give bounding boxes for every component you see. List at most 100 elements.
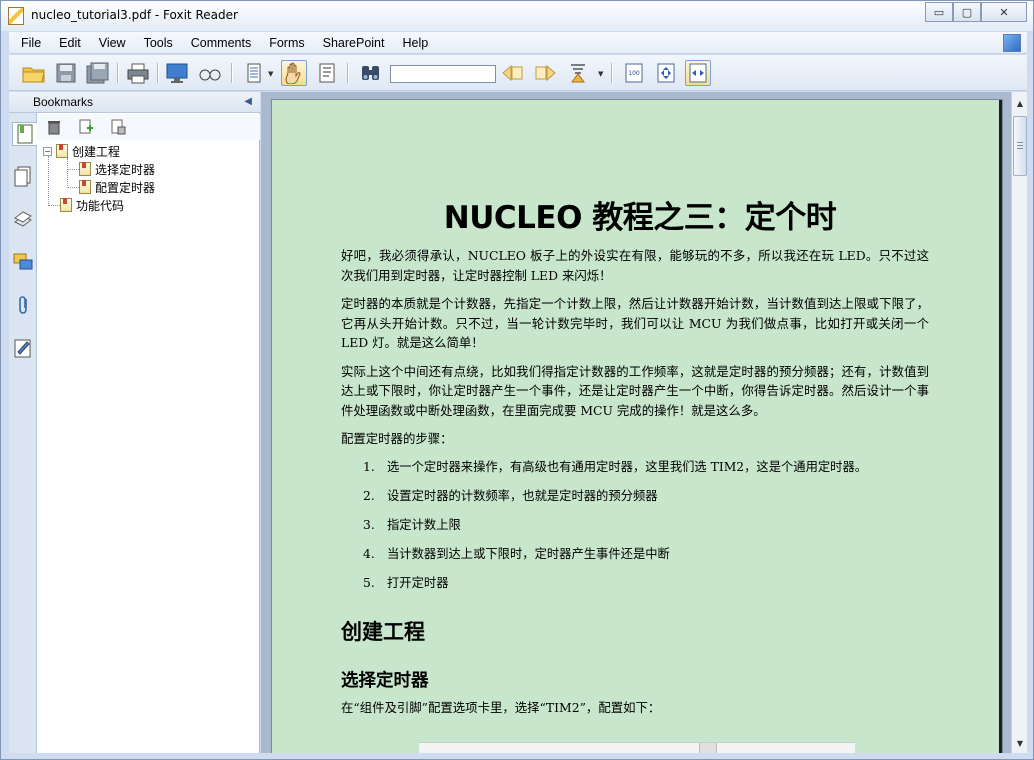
menu-help[interactable]: Help (400, 35, 430, 51)
menu-comments[interactable]: Comments (189, 35, 253, 51)
pages-tab[interactable] (12, 164, 34, 188)
paragraph: 定时器的本质就是个计数器，先指定一个计数上限，然后让计数器开始计数，当计数值到达… (341, 296, 929, 350)
paragraph: 好吧，我必须得承认，NUCLEO 板子上的外设实在有限，能够玩的不多，所以我还在… (341, 248, 929, 283)
app-window: nucleo_tutorial3.pdf - Foxit Reader ▭ ▢ … (0, 0, 1034, 760)
embedded-screenshot-image (419, 742, 855, 753)
bookmarks-tab[interactable] (12, 122, 37, 146)
list-item: 3. 指定计数上限 (363, 516, 929, 535)
loupe-button[interactable] (197, 60, 223, 86)
attachment-paperclip-icon (19, 296, 27, 314)
find-next-button[interactable] (532, 60, 558, 86)
full-screen-icon (166, 63, 188, 83)
previous-icon (502, 64, 523, 82)
bookmark-icon (56, 144, 68, 158)
select-text-button[interactable] (314, 60, 340, 86)
bookmark-icon (79, 180, 91, 194)
open-folder-icon (22, 67, 45, 83)
search-input[interactable] (390, 65, 496, 83)
menu-forms[interactable]: Forms (267, 35, 306, 51)
comments-panel-icon (13, 253, 33, 270)
actual-size-icon: 100 (625, 63, 643, 83)
loupe-icon (199, 69, 221, 81)
subsection-heading: 选择定时器 (341, 670, 429, 691)
menu-bar: File Edit View Tools Comments Forms Shar… (9, 32, 1027, 54)
save-button[interactable] (53, 60, 79, 86)
update-icon[interactable] (1003, 34, 1021, 52)
close-icon: ✕ (999, 5, 1009, 19)
delete-bookmark-button[interactable] (45, 118, 63, 136)
maximize-icon: ▢ (961, 5, 973, 19)
window-controls: ▭ ▢ ✕ (925, 2, 1027, 22)
highlight-dropdown-icon[interactable]: ▼ (598, 70, 603, 78)
attachments-tab[interactable] (12, 293, 34, 317)
bookmark-item[interactable]: 配置定时器 (79, 178, 155, 196)
trash-icon (48, 121, 60, 135)
comments-tab[interactable] (12, 250, 34, 274)
signatures-tab[interactable] (12, 336, 34, 360)
menu-view[interactable]: View (97, 35, 128, 51)
toolbar: ▼ ▼ 100 (9, 55, 1027, 91)
page-view-icon (247, 63, 261, 83)
save-as-icon (86, 62, 109, 84)
document-view[interactable]: NUCLEO 教程之三：定个时 好吧，我必须得承认，NUCLEO 板子上的外设实… (261, 92, 1011, 753)
navigation-panel-tabs (9, 92, 37, 753)
paragraph: 在“组件及引脚”配置选项卡里，选择“TIM2”，配置如下： (341, 699, 661, 715)
bookmark-item[interactable]: 功能代码 (60, 196, 124, 214)
highlight-button[interactable] (565, 60, 591, 86)
signature-panel-icon (14, 339, 31, 358)
collapse-panel-icon[interactable]: ◀ (244, 96, 252, 107)
layers-panel-icon (14, 211, 32, 227)
find-icon (362, 66, 379, 80)
layers-tab[interactable] (12, 207, 34, 231)
scroll-down-icon[interactable]: ▼ (1013, 736, 1027, 750)
list-text: 打开定时器 (387, 575, 449, 590)
page-view-dropdown-icon[interactable]: ▼ (268, 70, 273, 78)
full-screen-button[interactable] (164, 60, 190, 86)
pdf-page: NUCLEO 教程之三：定个时 好吧，我必须得承认，NUCLEO 板子上的外设实… (272, 100, 1002, 753)
title-bar: nucleo_tutorial3.pdf - Foxit Reader ▭ ▢ … (1, 1, 1033, 31)
print-button[interactable] (125, 60, 151, 86)
list-item: 2. 设置定时器的计数频率，也就是定时器的预分频器 (363, 487, 929, 506)
menu-tools[interactable]: Tools (142, 35, 175, 51)
fit-width-icon (689, 63, 707, 83)
minimize-button[interactable]: ▭ (925, 2, 953, 22)
bookmark-properties-button[interactable] (109, 118, 127, 136)
list-item: 1. 选一个定时器来操作，有高级也有通用定时器，这里我们选 TIM2，这是个通用定… (363, 458, 929, 477)
maximize-button[interactable]: ▢ (953, 2, 981, 22)
fit-page-button[interactable] (653, 60, 679, 86)
list-text: 选一个定时器来操作，有高级也有通用定时器，这里我们选 TIM2，这是个通用定时器… (387, 459, 868, 474)
bookmark-item[interactable]: 选择定时器 (79, 160, 155, 178)
menu-file[interactable]: File (19, 35, 43, 51)
fit-page-icon (657, 63, 675, 83)
bookmark-properties-icon (111, 119, 126, 135)
tree-collapse-toggle[interactable]: − (43, 146, 52, 156)
list-number: 3. (363, 517, 375, 532)
bookmark-label: 功能代码 (76, 198, 125, 213)
minimize-icon: ▭ (933, 5, 945, 19)
menu-edit[interactable]: Edit (57, 35, 83, 51)
save-as-button[interactable] (85, 60, 111, 86)
add-bookmark-button[interactable] (77, 118, 95, 136)
vertical-scrollbar[interactable]: ▲ ▼ (1011, 92, 1027, 753)
paragraph: 实际上这个中间还有点绕，比如我们得指定计数器的工作频率，这就是定时器的预分频器；… (341, 363, 929, 418)
select-text-icon (319, 63, 335, 83)
hand-tool-button[interactable] (281, 60, 307, 86)
page-view-button[interactable] (241, 60, 267, 86)
scrollbar-thumb[interactable] (1013, 116, 1027, 176)
find-previous-button[interactable] (500, 60, 526, 86)
menu-sharepoint[interactable]: SharePoint (321, 35, 387, 51)
bookmark-label: 配置定时器 (95, 180, 156, 195)
list-number: 2. (363, 488, 375, 503)
close-button[interactable]: ✕ (981, 2, 1027, 22)
list-item: 4. 当计数器到达上或下限时，定时器产生事件还是中断 (363, 545, 929, 564)
bookmarks-panel: Bookmarks ◀ − 创建工程 选择定时器 配置定时器 功能代码 (9, 92, 260, 753)
fit-width-button[interactable] (685, 60, 711, 86)
bookmark-item[interactable]: − 创建工程 (43, 142, 120, 160)
open-button[interactable] (21, 60, 47, 86)
steps-list: 1. 选一个定时器来操作，有高级也有通用定时器，这里我们选 TIM2，这是个通用定… (363, 458, 929, 593)
scroll-up-icon[interactable]: ▲ (1013, 96, 1027, 110)
list-number: 5. (363, 575, 375, 590)
find-button[interactable] (358, 60, 384, 86)
actual-size-button[interactable]: 100 (621, 60, 647, 86)
list-number: 1. (363, 459, 375, 474)
